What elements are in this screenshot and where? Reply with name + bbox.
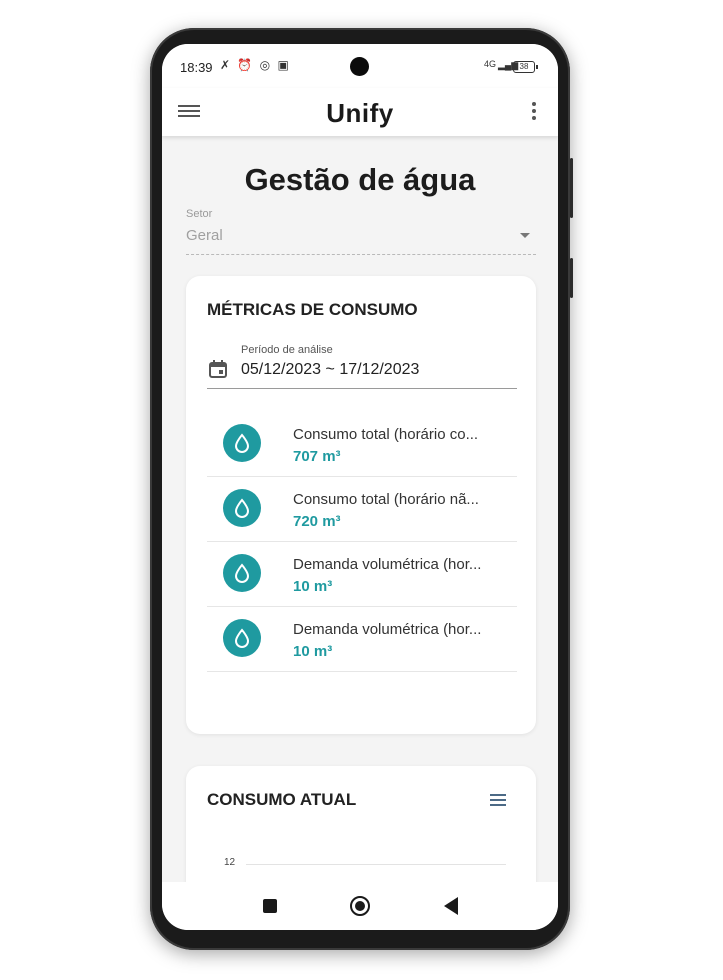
water-drop-icon bbox=[223, 554, 261, 592]
more-options-icon[interactable] bbox=[532, 102, 538, 122]
metric-value: 10 m³ bbox=[293, 643, 333, 660]
metric-value: 10 m³ bbox=[293, 578, 333, 595]
back-button[interactable] bbox=[444, 897, 458, 915]
sector-select[interactable]: Setor Geral bbox=[186, 206, 536, 255]
status-time: 18:39 bbox=[180, 60, 213, 75]
app-bar: Unify bbox=[162, 88, 558, 136]
sector-select-label: Setor bbox=[186, 208, 213, 220]
water-drop-icon bbox=[223, 619, 261, 657]
metric-label: Consumo total (horário nã... bbox=[293, 491, 479, 508]
metric-label: Demanda volumétrica (hor... bbox=[293, 556, 482, 573]
sector-select-value: Geral bbox=[186, 227, 223, 244]
chart-menu-icon[interactable] bbox=[490, 794, 506, 808]
metric-value: 720 m³ bbox=[293, 513, 341, 530]
volume-button bbox=[570, 158, 573, 218]
metric-item[interactable]: Demanda volumétrica (hor... 10 m³ bbox=[207, 542, 517, 607]
metric-item[interactable]: Consumo total (horário nã... 720 m³ bbox=[207, 477, 517, 542]
analysis-period-field[interactable]: Período de análise 05/12/2023 ~ 17/12/20… bbox=[207, 342, 517, 389]
metric-label: Demanda volumétrica (hor... bbox=[293, 621, 482, 638]
water-drop-icon bbox=[223, 489, 261, 527]
front-camera bbox=[350, 57, 369, 76]
network-indicator: 4G bbox=[484, 59, 497, 69]
metric-item[interactable]: Consumo total (horário co... 707 m³ bbox=[207, 412, 517, 477]
dropdown-arrow-icon bbox=[520, 233, 530, 238]
chart-gridline bbox=[246, 864, 506, 865]
analysis-period-value: 05/12/2023 ~ 17/12/2023 bbox=[241, 361, 420, 378]
metric-value: 707 m³ bbox=[293, 448, 341, 465]
metrics-card: MÉTRICAS DE CONSUMO Período de análise 0… bbox=[186, 276, 536, 734]
metric-label: Consumo total (horário co... bbox=[293, 426, 479, 443]
recent-apps-button[interactable] bbox=[263, 899, 277, 913]
y-axis-tick-label: 12 bbox=[224, 857, 236, 868]
calendar-icon bbox=[209, 360, 227, 378]
current-consumption-title: CONSUMO ATUAL bbox=[207, 790, 357, 809]
notification-icons: ✗ ⏰ ◎ ▣ bbox=[220, 58, 291, 72]
status-bar: 18:39 ✗ ⏰ ◎ ▣ 4G ▂▄▆ 38 bbox=[162, 44, 558, 88]
phone-screen: 18:39 ✗ ⏰ ◎ ▣ 4G ▂▄▆ 38 Unify Gestão de … bbox=[162, 44, 558, 930]
power-button bbox=[570, 258, 573, 298]
app-logo: Unify bbox=[326, 98, 394, 128]
water-drop-icon bbox=[223, 424, 261, 462]
home-button[interactable] bbox=[350, 896, 370, 916]
metric-item[interactable]: Demanda volumétrica (hor... 10 m³ bbox=[207, 607, 517, 672]
battery-icon: 38 bbox=[513, 61, 538, 73]
page-title: Gestão de água bbox=[244, 162, 476, 197]
analysis-period-label: Período de análise bbox=[241, 344, 333, 356]
system-navigation-bar bbox=[162, 882, 558, 930]
metrics-card-title: MÉTRICAS DE CONSUMO bbox=[207, 300, 418, 319]
